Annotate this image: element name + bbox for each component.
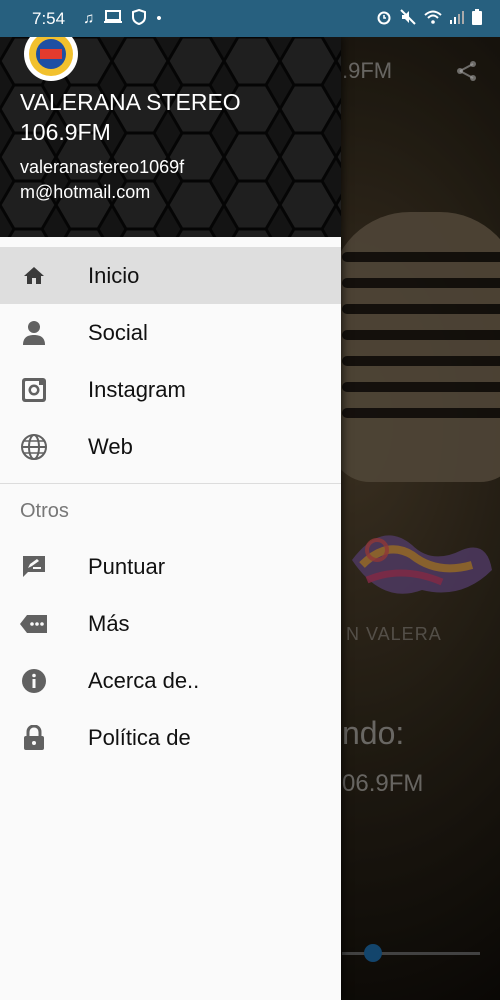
menu-item-label: Web: [88, 433, 133, 459]
menu-item-label: Instagram: [88, 376, 186, 402]
menu-item-label: Inicio: [88, 262, 140, 288]
menu-item-label: Puntuar: [88, 553, 166, 579]
instagram-icon: [20, 376, 48, 404]
navigation-drawer: VALERANA STEREO 106.9FM valeranastereo10…: [0, 37, 341, 1000]
rate-review-icon: [20, 553, 48, 581]
menu-item-label: Política de: [88, 724, 191, 750]
alarm-icon: [376, 9, 392, 29]
scrim-overlay[interactable]: [341, 37, 500, 1000]
shield-icon: [132, 8, 147, 29]
mute-icon: [400, 8, 416, 29]
drawer-header: VALERANA STEREO 106.9FM valeranastereo10…: [0, 37, 341, 237]
signal-icon: [450, 10, 464, 28]
menu-item-inicio[interactable]: Inicio: [0, 247, 341, 304]
laptop-icon: [104, 9, 123, 28]
globe-icon: [20, 433, 48, 461]
info-icon: [20, 667, 48, 695]
menu-item-social[interactable]: Social: [0, 304, 341, 361]
drawer-title: VALERANA STEREO 106.9FM: [20, 89, 241, 145]
menu-item-mas[interactable]: Más: [0, 595, 341, 652]
menu-item-label: Más: [88, 610, 130, 636]
home-icon: [20, 262, 48, 290]
menu-item-label: Acerca de..: [88, 667, 200, 693]
menu-item-web[interactable]: Web: [0, 418, 341, 475]
menu-item-acerca[interactable]: Acerca de..: [0, 652, 341, 709]
menu-item-puntuar[interactable]: Puntuar: [0, 538, 341, 595]
wifi-icon: [424, 10, 442, 28]
person-icon: [20, 319, 48, 347]
dot-icon: •: [156, 10, 162, 27]
lock-icon: [20, 724, 48, 752]
menu-item-politica[interactable]: Política de: [0, 709, 341, 766]
music-note-icon: ♫: [83, 10, 95, 27]
status-time: 7:54: [32, 8, 66, 28]
status-bar: 7:54 ♫ •: [0, 0, 500, 37]
more-tag-icon: [20, 610, 48, 638]
section-title-otros: Otros: [20, 499, 69, 522]
menu-item-instagram[interactable]: Instagram: [0, 361, 341, 418]
drawer-email: valeranastereo1069fm@hotmail.com: [20, 157, 185, 202]
menu-item-label: Social: [88, 319, 148, 345]
drawer-menu: Inicio Social Instagram Web Otros Puntua…: [0, 237, 341, 766]
battery-icon: [472, 8, 482, 29]
